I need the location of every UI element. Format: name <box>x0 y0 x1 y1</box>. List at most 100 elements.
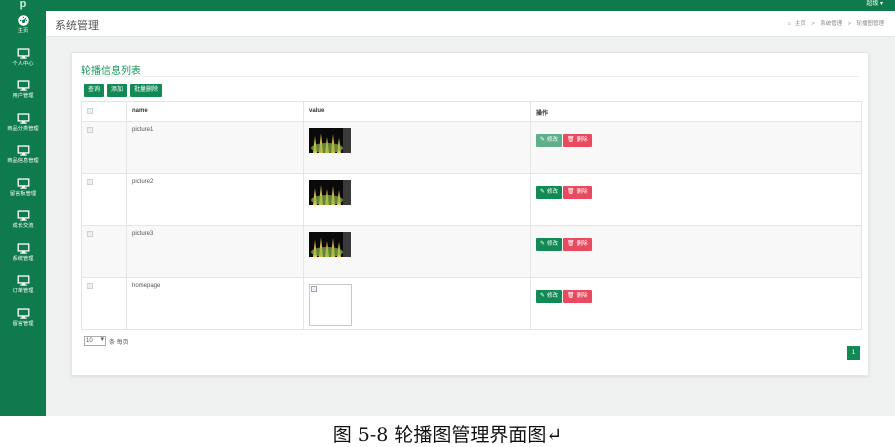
add-button[interactable]: 添加 <box>107 84 128 97</box>
header-select-all <box>81 101 127 122</box>
monitor-icon <box>17 210 29 221</box>
row-checkbox[interactable] <box>87 231 93 237</box>
row-select-cell <box>81 121 127 174</box>
trash-icon: 🗑 <box>567 241 575 247</box>
broken-image-icon <box>309 284 352 326</box>
delete-label: 删除 <box>576 137 588 143</box>
row-name: picture1 <box>126 121 304 174</box>
page-header: 系统管理 ⌂ 主页 > 系统管理 > 轮播图管理 <box>46 11 895 37</box>
breadcrumb-item-current: 轮播图管理 <box>856 21 884 27</box>
table-row: picture2 ✎ 修改 🗑 删除 <box>81 173 862 226</box>
figure-caption: 图 5-8 轮播图管理界面图↵ <box>332 424 563 446</box>
card-title: 轮播信息列表 <box>81 66 141 77</box>
row-checkbox[interactable] <box>87 179 93 185</box>
sidebar-item-label: 成长交流 <box>12 223 34 229</box>
sidebar-item-messages[interactable]: 留言管理 <box>0 304 46 337</box>
row-checkbox[interactable] <box>87 127 93 133</box>
page-size-select[interactable]: 10 <box>84 336 106 346</box>
edit-button[interactable]: ✎ 修改 <box>536 186 563 199</box>
column-header-name: name <box>126 101 304 122</box>
sidebar-item-growth[interactable]: 成长交流 <box>0 206 46 239</box>
edit-button[interactable]: ✎ 修改 <box>536 238 563 251</box>
sidebar-item-label: 个人中心 <box>12 60 34 67</box>
sidebar-item-profile[interactable]: 个人中心 <box>0 44 46 77</box>
pagination-page-1[interactable]: 1 <box>847 346 860 360</box>
sidebar-item-label: 留言板管理 <box>9 190 37 197</box>
edit-icon: ✎ <box>540 293 546 299</box>
row-actions: ✎ 修改 🗑 删除 <box>530 277 862 330</box>
page-title: 系统管理 <box>55 20 99 32</box>
trash-icon: 🗑 <box>567 137 575 143</box>
row-name: picture3 <box>126 225 304 278</box>
breadcrumb-separator: > <box>811 21 815 27</box>
app-logo: p <box>19 0 27 10</box>
sidebar: p 主页 个人中心 用户管理 商品分类管理 商品信息管理 留言板管理 成长交流 … <box>0 0 46 416</box>
sidebar-item-label: 订单管理 <box>12 288 34 294</box>
carousel-thumbnail <box>309 128 351 153</box>
sidebar-item-users[interactable]: 用户管理 <box>0 76 46 109</box>
delete-label: 删除 <box>576 241 588 247</box>
batch-delete-button[interactable]: 批量删除 <box>130 84 163 97</box>
breadcrumb-separator: > <box>847 21 851 27</box>
page-size-control: 10 条 每页 <box>84 336 129 346</box>
user-menu[interactable]: 超级 ▾ <box>866 0 883 9</box>
trash-icon: 🗑 <box>567 293 575 299</box>
sidebar-item-orders[interactable]: 订单管理 <box>0 271 46 304</box>
column-header-actions: 操作 <box>530 101 862 122</box>
query-button[interactable]: 查询 <box>84 84 105 97</box>
sidebar-item-message-board[interactable]: 留言板管理 <box>0 174 46 207</box>
row-select-cell <box>81 277 127 330</box>
monitor-icon <box>17 112 29 124</box>
monitor-icon <box>17 177 29 189</box>
edit-button[interactable]: ✎ 修改 <box>536 134 563 147</box>
breadcrumb-item-home[interactable]: 主页 <box>795 21 806 27</box>
monitor-icon <box>17 145 29 156</box>
edit-label: 修改 <box>547 293 559 299</box>
sidebar-item-home[interactable]: 主页 <box>0 11 46 44</box>
sidebar-item-products[interactable]: 商品信息管理 <box>0 141 46 174</box>
monitor-icon <box>17 307 29 319</box>
sidebar-item-system[interactable]: 系统管理 <box>0 239 46 272</box>
delete-label: 删除 <box>576 189 588 195</box>
delete-label: 删除 <box>576 293 588 299</box>
delete-button[interactable]: 🗑 删除 <box>563 186 592 199</box>
sidebar-item-label: 商品分类管理 <box>7 125 39 132</box>
row-select-cell <box>81 173 127 226</box>
sidebar-item-categories[interactable]: 商品分类管理 <box>0 109 46 142</box>
row-value <box>303 225 531 278</box>
edit-button[interactable]: ✎ 修改 <box>536 290 563 303</box>
breadcrumb-item-system[interactable]: 系统管理 <box>820 21 842 27</box>
edit-icon: ✎ <box>540 241 546 247</box>
table-header-row: name value 操作 <box>81 101 862 122</box>
toolbar: 查询 添加 批量删除 <box>84 84 163 97</box>
row-actions: ✎ 修改 🗑 删除 <box>530 173 862 226</box>
delete-button[interactable]: 🗑 删除 <box>563 134 592 147</box>
sidebar-item-label: 留言管理 <box>12 320 34 327</box>
delete-button[interactable]: 🗑 删除 <box>563 290 592 303</box>
per-page-label: 条 每页 <box>109 339 129 346</box>
edit-icon: ✎ <box>540 137 546 143</box>
table-row: homepage ✎ 修改 🗑 删除 <box>81 277 862 330</box>
row-name: picture2 <box>126 173 304 226</box>
carousel-thumbnail <box>309 180 351 205</box>
row-select-cell <box>81 225 127 278</box>
row-checkbox[interactable] <box>87 283 93 289</box>
delete-button[interactable]: 🗑 删除 <box>563 238 592 251</box>
sidebar-item-label: 用户管理 <box>12 93 34 99</box>
edit-label: 修改 <box>547 241 559 247</box>
table-row: picture3 ✎ 修改 🗑 删除 <box>81 225 862 278</box>
sidebar-item-label: 系统管理 <box>12 255 34 262</box>
trash-icon: 🗑 <box>567 189 575 195</box>
app-shell: p 主页 个人中心 用户管理 商品分类管理 商品信息管理 留言板管理 成长交流 … <box>0 0 895 416</box>
monitor-icon <box>17 80 29 91</box>
carousel-thumbnail <box>309 232 351 257</box>
monitor-icon <box>17 275 29 286</box>
breadcrumb: ⌂ 主页 > 系统管理 > 轮播图管理 <box>786 19 886 27</box>
edit-label: 修改 <box>547 137 559 143</box>
monitor-icon <box>17 242 29 254</box>
edit-icon: ✎ <box>540 189 546 195</box>
carousel-list-card: 轮播信息列表 查询 添加 批量删除 name value 操作 picture1 <box>71 52 869 376</box>
select-all-checkbox[interactable] <box>87 108 93 114</box>
column-header-value: value <box>303 101 531 122</box>
row-value <box>303 173 531 226</box>
